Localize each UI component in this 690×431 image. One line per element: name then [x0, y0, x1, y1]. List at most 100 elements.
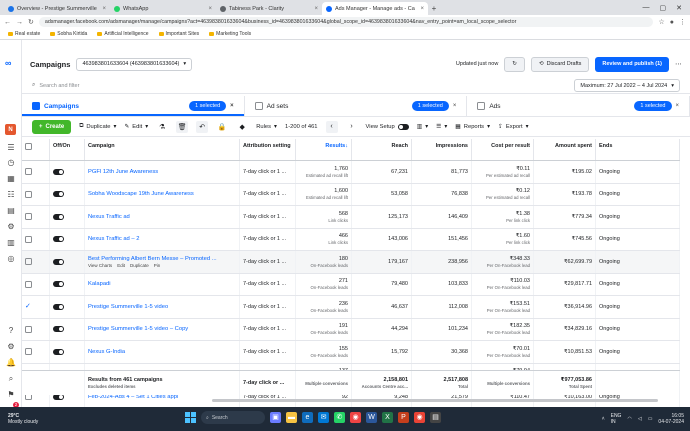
col-campaign[interactable]: Campaign	[85, 139, 240, 160]
campaign-toggle[interactable]	[53, 258, 64, 265]
chevron-up-icon[interactable]: ˄	[602, 416, 605, 422]
chrome-icon[interactable]: ◉	[350, 412, 361, 423]
close-icon[interactable]: ×	[230, 103, 234, 109]
excel-icon[interactable]: X	[382, 412, 393, 423]
selected-chip[interactable]: 1 selected	[189, 101, 227, 111]
selected-chip[interactable]: 1 selected	[634, 101, 672, 111]
level-tab-ad-sets[interactable]: Ad sets 1 selected ×	[245, 96, 468, 116]
more-options-icon[interactable]: ⋯	[675, 60, 682, 68]
store-icon[interactable]: ▤	[430, 412, 441, 423]
windows-start-icon[interactable]	[185, 412, 196, 423]
row-checkbox[interactable]	[25, 213, 32, 221]
row-action-duplicate[interactable]: Duplicate	[130, 263, 149, 268]
row-checkbox[interactable]	[25, 235, 32, 243]
star-icon[interactable]: ☆	[658, 18, 664, 26]
undo-button[interactable]: ↶	[196, 120, 209, 133]
col-onoff[interactable]: Off/On	[50, 139, 85, 160]
campaign-name-link[interactable]: Sobha Woodscape 19th June Awareness	[88, 191, 236, 197]
close-icon[interactable]: ×	[453, 103, 457, 109]
row-checkbox[interactable]	[25, 348, 32, 356]
campaign-name-link[interactable]: Best Performing Albert Bern Messe – Prom…	[88, 256, 236, 262]
bookmark-item[interactable]: Marketing Tools	[209, 31, 251, 37]
tag-button[interactable]: ◆	[236, 121, 248, 133]
delete-button[interactable]: 🗑	[176, 120, 189, 133]
task-view-icon[interactable]: ▣	[270, 412, 281, 423]
col-amount-spent[interactable]: Amount spent	[534, 139, 596, 160]
level-tab-campaigns[interactable]: Campaigns 1 selected ×	[22, 96, 245, 116]
close-icon[interactable]: ×	[208, 6, 212, 12]
whatsapp-icon[interactable]: ✆	[334, 412, 345, 423]
breakdown-button[interactable]: ☰ ▾	[436, 124, 447, 130]
word-icon[interactable]: W	[366, 412, 377, 423]
campaigns-icon[interactable]: ▦	[6, 174, 16, 184]
table-row[interactable]: Kalapadi 7-day click or 1 ... 271 On-Facebo…	[22, 273, 680, 296]
meta-logo-icon[interactable]: ∞	[5, 58, 11, 68]
bookmark-item[interactable]: Sobha Kirtida	[50, 31, 87, 37]
business-icon[interactable]: ◎	[6, 254, 16, 264]
bookmark-item[interactable]: Important Sites	[158, 31, 199, 37]
mail-icon[interactable]: ✉	[318, 412, 329, 423]
campaign-name-link[interactable]: Nexus Traffic ad	[88, 214, 236, 220]
bookmark-item[interactable]: Artificial Intelligence	[97, 31, 149, 37]
reports-button[interactable]: ▦ Reports ▾	[455, 124, 490, 130]
chrome-profile-icon[interactable]: ◉	[414, 412, 425, 423]
wifi-icon[interactable]: ◠	[627, 416, 631, 422]
feedback-icon[interactable]: ⚑	[6, 390, 16, 400]
selected-chip[interactable]: 1 selected	[411, 101, 449, 111]
campaign-name-link[interactable]: Kalapadi	[88, 281, 236, 287]
account-overview-icon[interactable]: ◷	[6, 158, 16, 168]
row-checkbox[interactable]	[25, 190, 32, 198]
forward-icon[interactable]: →	[16, 19, 23, 26]
volume-icon[interactable]: ◁	[638, 416, 642, 422]
browser-tab[interactable]: WhatsApp ×	[110, 2, 216, 15]
account-selector[interactable]: 463983801633604 (463983801633604) ▾	[76, 57, 193, 71]
browser-tab[interactable]: Ads Manager - Manage ads - Ca ×	[322, 2, 428, 15]
export-button[interactable]: ⇪ Export ▾	[498, 124, 529, 130]
taskbar-search[interactable]: ⌕ Search	[201, 411, 265, 424]
powerpoint-icon[interactable]: P	[398, 412, 409, 423]
campaign-toggle[interactable]	[53, 326, 64, 333]
table-row[interactable]: Prestige Summerville 1-5 video – Copy 7-d…	[22, 318, 680, 341]
close-icon[interactable]: ×	[420, 6, 424, 12]
row-checkbox[interactable]: ✓	[25, 303, 32, 310]
row-checkbox[interactable]	[25, 168, 32, 176]
edge-icon[interactable]: e	[302, 412, 313, 423]
row-checkbox[interactable]	[25, 325, 32, 333]
campaign-name-link[interactable]: PGFl 12th June Awareness	[88, 169, 236, 175]
create-button[interactable]: + Create	[32, 119, 72, 134]
file-explorer-icon[interactable]: ▬	[286, 412, 297, 423]
reports-icon[interactable]: ▥	[6, 238, 16, 248]
row-action-pin[interactable]: Pin	[154, 263, 161, 268]
settings-icon[interactable]: ⚙	[6, 342, 16, 352]
browser-tab[interactable]: Overview - Prestige Summerville ×	[4, 2, 110, 15]
select-all-header[interactable]	[22, 139, 50, 160]
ab-test-button[interactable]: ⚗	[156, 121, 168, 133]
table-row[interactable]: ✓ Prestige Summerville 1-5 video 7-day cli…	[22, 296, 680, 319]
search-input[interactable]: Search and filter	[39, 83, 570, 89]
discard-drafts-button[interactable]: ⟲ Discard Drafts	[530, 56, 590, 72]
col-ends[interactable]: Ends	[596, 139, 680, 160]
campaign-toggle[interactable]	[53, 281, 64, 288]
campaign-name-link[interactable]: Prestige Summerville 1-5 video – Copy	[88, 326, 236, 332]
row-checkbox[interactable]	[25, 258, 32, 266]
maximize-icon[interactable]: ▢	[660, 4, 667, 12]
campaign-toggle[interactable]	[53, 348, 64, 355]
table-row[interactable]: Sobha Woodscape 19th June Awareness 7-day…	[22, 183, 680, 206]
audiences-icon[interactable]: ☷	[6, 190, 16, 200]
menu-icon[interactable]: ⋮	[679, 18, 686, 26]
minimize-icon[interactable]: —	[643, 4, 650, 11]
col-cost-per-result[interactable]: Cost per result	[472, 139, 534, 160]
rules-button[interactable]: Rules ▾	[256, 124, 277, 130]
campaign-toggle[interactable]	[53, 303, 64, 310]
account-avatar[interactable]: N	[5, 124, 16, 135]
bookmark-item[interactable]: Real estate	[8, 31, 40, 37]
notifications-icon[interactable]: 🔔	[6, 358, 16, 368]
row-checkbox[interactable]	[25, 280, 32, 288]
col-results[interactable]: Results ↓	[296, 139, 352, 160]
close-icon[interactable]: ×	[314, 6, 318, 12]
campaign-name-link[interactable]: Nexus G-India	[88, 349, 236, 355]
billing-icon[interactable]: ▤	[6, 206, 16, 216]
menu-icon[interactable]: ☰	[6, 143, 16, 153]
help-icon[interactable]: ?	[6, 326, 16, 336]
campaign-toggle[interactable]	[53, 236, 64, 243]
